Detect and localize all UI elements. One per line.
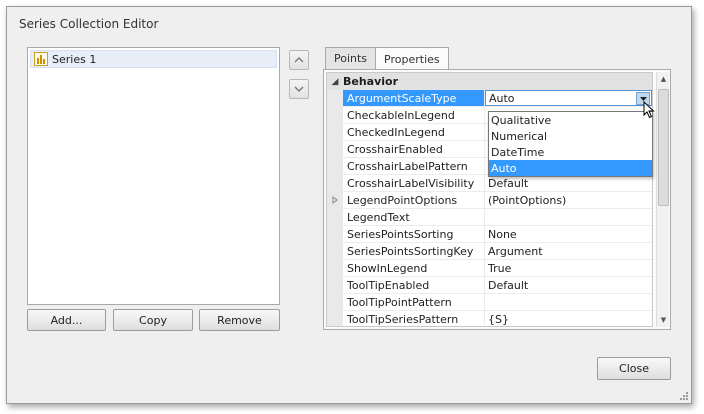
row-gutter (327, 311, 343, 326)
property-name[interactable]: LegendText (343, 209, 485, 225)
category-row[interactable]: ◢ Behavior (327, 73, 652, 90)
property-row[interactable]: ToolTipSeriesPattern {S} (327, 311, 652, 326)
property-row[interactable]: SeriesPointsSortingKey Argument (327, 243, 652, 260)
properties-panel: ◢ Behavior ArgumentScaleType Auto Checkabl… (323, 69, 671, 330)
move-up-button[interactable] (289, 50, 309, 70)
property-value-text: True (488, 261, 512, 275)
property-value[interactable]: Auto (485, 90, 652, 106)
row-gutter (327, 243, 343, 259)
chevron-up-icon (294, 57, 304, 63)
property-value-text: {S} (488, 312, 509, 326)
property-name[interactable]: ToolTipSeriesPattern (343, 311, 485, 326)
property-value-text: (PointOptions) (488, 193, 567, 207)
property-value[interactable]: Default (485, 175, 652, 191)
property-value[interactable] (485, 209, 652, 225)
series-item-label: Series 1 (52, 52, 97, 66)
bar-chart-icon (34, 52, 48, 66)
property-value[interactable]: True (485, 260, 652, 276)
property-value-text: Argument (488, 244, 543, 258)
property-value[interactable]: None (485, 226, 652, 242)
property-name[interactable]: ArgumentScaleType (343, 90, 485, 106)
property-name[interactable]: ToolTipPointPattern (343, 294, 485, 310)
chevron-down-icon (294, 86, 304, 92)
close-button[interactable]: Close (597, 357, 671, 380)
property-value-text: Default (488, 176, 529, 190)
row-gutter (327, 107, 343, 123)
property-row[interactable]: ToolTipEnabled Default (327, 277, 652, 294)
property-row[interactable]: ToolTipPointPattern (327, 294, 652, 311)
resize-grip-icon[interactable] (679, 391, 689, 401)
property-value[interactable]: (PointOptions) (485, 192, 652, 208)
property-name[interactable]: CrosshairEnabled (343, 141, 485, 157)
property-value[interactable] (485, 294, 652, 310)
category-label: Behavior (343, 75, 399, 88)
property-name[interactable]: LegendPointOptions (343, 192, 485, 208)
property-value[interactable]: {S} (485, 311, 652, 326)
row-gutter (327, 226, 343, 242)
dropdown-option-datetime[interactable]: DateTime (489, 144, 652, 160)
property-name[interactable]: ToolTipEnabled (343, 277, 485, 293)
property-name[interactable]: CrosshairLabelPattern (343, 158, 485, 174)
property-row[interactable]: ArgumentScaleType Auto (327, 90, 652, 107)
copy-button[interactable]: Copy (113, 309, 193, 331)
row-gutter (327, 141, 343, 157)
window-title: Series Collection Editor (19, 17, 159, 31)
property-row[interactable]: CrosshairLabelVisibility Default (327, 175, 652, 192)
expand-triangle-icon[interactable] (327, 192, 343, 208)
property-value[interactable]: Default (485, 277, 652, 293)
row-gutter (327, 277, 343, 293)
vertical-scrollbar[interactable]: ▲ ▼ (656, 72, 669, 327)
row-gutter (327, 158, 343, 174)
tab-properties[interactable]: Properties (375, 47, 449, 70)
dropdown-option-auto[interactable]: Auto (489, 160, 652, 176)
mouse-cursor-icon (643, 101, 655, 119)
tab-strip: Points Properties (325, 47, 449, 70)
property-name[interactable]: SeriesPointsSorting (343, 226, 485, 242)
property-name[interactable]: ShowInLegend (343, 260, 485, 276)
row-gutter (327, 90, 343, 106)
row-gutter (327, 260, 343, 276)
argument-scale-type-dropdown[interactable]: Qualitative Numerical DateTime Auto (488, 111, 653, 177)
row-gutter (327, 209, 343, 225)
property-name[interactable]: CheckedInLegend (343, 124, 485, 140)
property-value-text: Default (488, 278, 529, 292)
dropdown-option-qualitative[interactable]: Qualitative (489, 112, 652, 128)
scroll-up-arrow-icon[interactable]: ▲ (657, 72, 670, 86)
series-list-item[interactable]: Series 1 (30, 50, 277, 68)
tab-points[interactable]: Points (325, 47, 377, 69)
series-list[interactable]: Series 1 (27, 47, 280, 305)
property-row[interactable]: LegendText (327, 209, 652, 226)
property-row[interactable]: SeriesPointsSorting None (327, 226, 652, 243)
property-name[interactable]: CheckableInLegend (343, 107, 485, 123)
property-name[interactable]: SeriesPointsSortingKey (343, 243, 485, 259)
collapse-triangle-icon[interactable]: ◢ (327, 77, 343, 87)
row-gutter (327, 124, 343, 140)
scrollbar-thumb[interactable] (658, 89, 669, 206)
property-value-text: Auto (489, 91, 515, 105)
move-down-button[interactable] (289, 79, 309, 99)
property-row[interactable]: LegendPointOptions (PointOptions) (327, 192, 652, 209)
dropdown-option-numerical[interactable]: Numerical (489, 128, 652, 144)
property-value-text: None (488, 227, 517, 241)
add-button[interactable]: Add... (27, 309, 106, 331)
property-value[interactable]: Argument (485, 243, 652, 259)
scroll-down-arrow-icon[interactable]: ▼ (657, 313, 670, 327)
row-gutter (327, 294, 343, 310)
series-collection-editor-window: Series Collection Editor Series 1 Add...… (6, 6, 692, 404)
row-gutter (327, 175, 343, 191)
property-name[interactable]: CrosshairLabelVisibility (343, 175, 485, 191)
remove-button[interactable]: Remove (199, 309, 280, 331)
property-row[interactable]: ShowInLegend True (327, 260, 652, 277)
